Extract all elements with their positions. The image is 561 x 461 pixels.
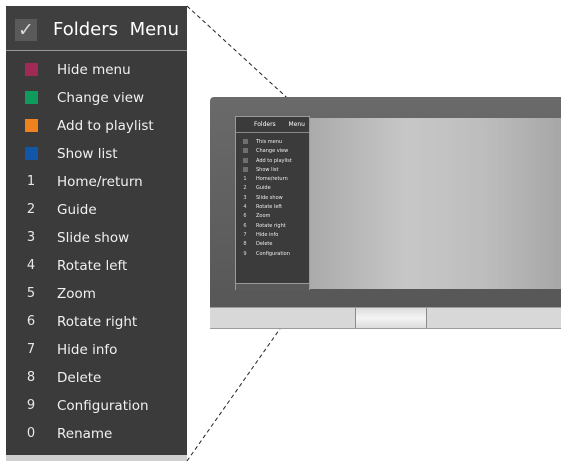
tv-color-key-icon (242, 139, 248, 145)
tv-color-swatch (242, 139, 248, 144)
tv-menu-item-label: Change view (256, 148, 289, 155)
tv-menu-overlay: Folders Menu This menu Change view Add to … (235, 116, 310, 290)
tv-menu-item: 6 Rotate right (236, 222, 309, 231)
tv-menu-item: 4 Rotate left (236, 203, 309, 212)
tv-menu-item: 8 Delete (236, 240, 309, 249)
tv-number-key: 6 (243, 222, 247, 229)
tv-color-key-icon (242, 157, 248, 164)
tv-menu-item-label: Rotate left (256, 204, 283, 211)
tv-color-swatch (242, 157, 248, 163)
tv-number-key: 4 (243, 204, 247, 211)
tv-number-key: 6 (243, 213, 247, 220)
tv-stand (210, 307, 561, 329)
tv-menu-item: This menu (236, 138, 309, 147)
tv-menu-item: 9 Configuration (236, 250, 309, 259)
tv-menu-list: This menu Change view Add to playlist Show … (236, 138, 309, 259)
tv-menu-item-label: Add to playlist (256, 157, 292, 164)
tv-menu-item-label: Slide show (256, 194, 283, 201)
tv-menu-item-label: Guide (256, 185, 271, 192)
tv-menu-divider (236, 132, 309, 133)
tv-menu-bottom-bar (236, 283, 309, 290)
tv-menu-item-label: Zoom (256, 213, 271, 220)
tv-number-key: 2 (243, 185, 247, 192)
tv-menu-item-label: This menu (256, 139, 283, 145)
tv-screen (305, 118, 561, 289)
tv-color-swatch (242, 148, 248, 154)
tv-menu-item-label: Rotate right (256, 222, 286, 229)
tv-menu-item: 7 Hide info (236, 231, 309, 240)
tv-color-key-icon (242, 148, 248, 154)
tv-menu-item: 6 Zoom (236, 212, 309, 221)
stand-center (355, 308, 427, 328)
tv-menu-item-label: Show list (256, 166, 279, 173)
tv-menu-item-label: Hide info (256, 231, 279, 238)
tv-menu-item: Add to playlist (236, 157, 309, 166)
tv-menu-label: Menu (288, 121, 305, 128)
tv-number-key: 1 (243, 176, 247, 183)
tv-menu-title: Folders (254, 121, 276, 128)
tv-number-key: 8 (243, 241, 247, 248)
tv-menu-item-label: Configuration (256, 250, 290, 257)
tv-menu-item: Show list (236, 166, 309, 175)
tv-number-key: 7 (243, 231, 247, 238)
tv-color-swatch (242, 166, 248, 172)
tv-menu-item-label: Delete (256, 241, 273, 248)
tv-color-key-icon (242, 166, 248, 173)
tv-menu-item: 2 Guide (236, 184, 309, 193)
tv-menu-item: 3 Slide show (236, 194, 309, 203)
tv-menu-item-label: Home/return (256, 176, 288, 183)
tv-number-key: 3 (243, 194, 247, 201)
tv-menu-item: 1 Home/return (236, 175, 309, 184)
tv-menu-item: Change view (236, 147, 309, 156)
tv-number-key: 9 (243, 250, 247, 257)
